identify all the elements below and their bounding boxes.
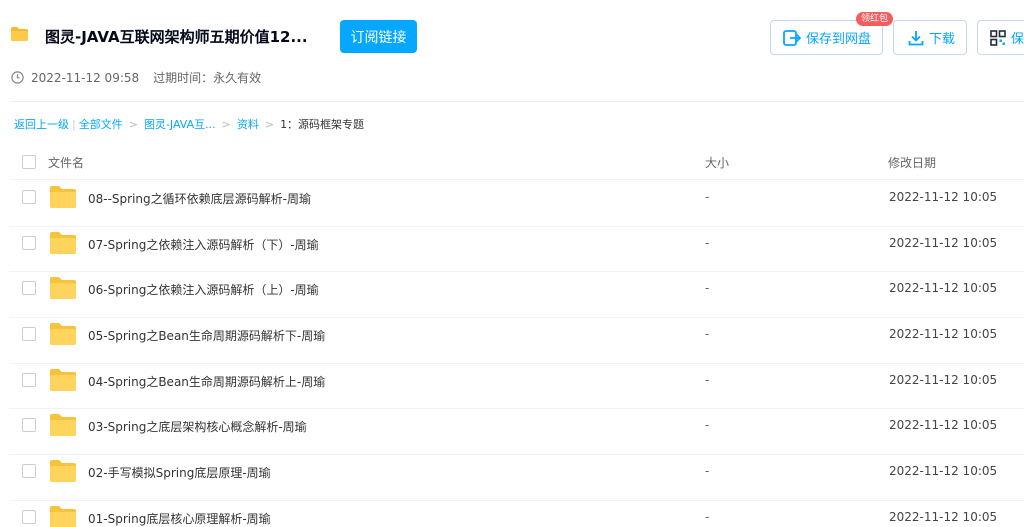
page-title: 图灵-JAVA互联网架构师五期价值12...	[45, 28, 308, 46]
file-size: -	[705, 281, 710, 296]
share-meta: 2022-11-12 09:58 过期时间：永久有效	[11, 69, 261, 86]
breadcrumb-separator: >	[128, 117, 138, 131]
file-size: -	[705, 235, 710, 250]
folder-icon	[49, 322, 77, 346]
file-date: 2022-11-12 10:05	[889, 281, 998, 296]
breadcrumb-bar: |	[72, 117, 76, 131]
file-name[interactable]: 02-手写模拟Spring底层原理-周瑜	[88, 464, 271, 481]
breadcrumb-current: 1：源码框架专题	[280, 118, 365, 131]
file-name[interactable]: 01-Spring底层核心原理解析-周瑜	[88, 510, 271, 527]
save-button-label: 保存到网盘	[806, 32, 872, 47]
table-row[interactable]: 07-Spring之依赖注入源码解析（下）-周瑜 - 2022-11-12 10:0…	[9, 227, 1024, 273]
file-name[interactable]: 06-Spring之依赖注入源码解析（上）-周瑜	[88, 281, 319, 298]
folder-icon	[49, 413, 77, 437]
download-button-label: 下载	[929, 32, 956, 47]
breadcrumb-separator: >	[264, 117, 275, 131]
subscribe-link-button[interactable]: 订阅链接	[340, 20, 417, 53]
file-size: -	[705, 509, 710, 524]
file-date: 2022-11-12 10:05	[889, 327, 998, 342]
breadcrumb: 返回上一级 | 全部文件 > 图灵-JAVA互... > 资料 > 1：源码框架…	[14, 116, 364, 132]
select-all-checkbox[interactable]	[22, 155, 36, 169]
file-list: 08--Spring之循环依赖底层源码解析-周瑜 - 2022-11-12 10:0…	[9, 181, 1024, 527]
row-checkbox[interactable]	[22, 464, 36, 479]
file-name[interactable]: 05-Spring之Bean生命周期源码解析下-周瑜	[88, 327, 325, 344]
file-date: 2022-11-12 10:05	[889, 509, 998, 524]
table-row[interactable]: 02-手写模拟Spring底层原理-周瑜 - 2022-11-12 10:05	[9, 455, 1024, 501]
file-date: 2022-11-12 10:05	[889, 372, 998, 387]
qr-code-icon	[990, 29, 1006, 46]
file-name[interactable]: 08--Spring之循环依赖底层源码解析-周瑜	[88, 190, 311, 207]
breadcrumb-level2[interactable]: 资料	[237, 116, 259, 132]
row-checkbox[interactable]	[22, 235, 36, 250]
file-date: 2022-11-12 10:05	[889, 190, 998, 204]
row-checkbox[interactable]	[22, 509, 36, 524]
share-header: 图灵-JAVA互联网架构师五期价值12... 订阅链接 2022-11-12 0…	[0, 0, 1024, 100]
save-to-disk-icon	[783, 29, 801, 46]
breadcrumb-level1[interactable]: 图灵-JAVA互...	[144, 116, 216, 132]
column-header-date[interactable]: 修改日期	[888, 154, 936, 171]
clock-icon	[11, 71, 24, 84]
file-name[interactable]: 04-Spring之Bean生命周期源码解析上-周瑜	[88, 373, 325, 390]
row-checkbox[interactable]	[22, 327, 36, 342]
download-button[interactable]: 下载	[893, 20, 967, 55]
column-header-size[interactable]: 大小	[705, 154, 729, 171]
folder-icon	[49, 505, 77, 527]
folder-icon	[49, 459, 77, 483]
share-time: 2022-11-12 09:58	[31, 70, 140, 85]
file-size: -	[705, 190, 710, 204]
file-date: 2022-11-12 10:05	[889, 418, 998, 433]
row-checkbox[interactable]	[22, 190, 36, 204]
file-name[interactable]: 07-Spring之依赖注入源码解析（下）-周瑜	[88, 236, 319, 253]
table-row[interactable]: 04-Spring之Bean生命周期源码解析上-周瑜 - 2022-11-12 10…	[9, 364, 1024, 410]
save-qr-button[interactable]: 保	[977, 20, 1024, 55]
folder-icon	[49, 185, 77, 209]
row-checkbox[interactable]	[22, 372, 36, 387]
breadcrumb-back[interactable]: 返回上一级	[14, 116, 69, 132]
file-size: -	[705, 372, 710, 387]
table-header: 文件名 大小 修改日期	[9, 143, 1024, 180]
row-checkbox[interactable]	[22, 281, 36, 296]
folder-icon	[49, 368, 77, 392]
table-row[interactable]: 08--Spring之循环依赖底层源码解析-周瑜 - 2022-11-12 10:0…	[9, 181, 1024, 227]
file-size: -	[705, 464, 710, 479]
file-date: 2022-11-12 10:05	[889, 235, 998, 250]
folder-icon	[49, 231, 77, 255]
file-size: -	[705, 418, 710, 433]
folder-icon	[49, 276, 77, 300]
table-row[interactable]: 06-Spring之依赖注入源码解析（上）-周瑜 - 2022-11-12 10:0…	[9, 272, 1024, 319]
save-qr-button-label: 保	[1011, 32, 1024, 47]
folder-icon	[11, 27, 28, 41]
row-checkbox[interactable]	[22, 418, 36, 433]
column-header-name[interactable]: 文件名	[48, 154, 84, 171]
file-name[interactable]: 03-Spring之底层架构核心概念解析-周瑜	[88, 418, 307, 435]
expiry-text: 过期时间：永久有效	[153, 71, 262, 85]
file-date: 2022-11-12 10:05	[889, 464, 998, 479]
breadcrumb-all-files[interactable]: 全部文件	[79, 116, 123, 132]
red-packet-badge[interactable]: 领红包	[856, 12, 894, 26]
file-size: -	[705, 327, 710, 342]
table-row[interactable]: 03-Spring之底层架构核心概念解析-周瑜 - 2022-11-12 10:05	[9, 409, 1024, 456]
table-row[interactable]: 01-Spring底层核心原理解析-周瑜 - 2022-11-12 10:05	[9, 501, 1024, 527]
breadcrumb-separator: >	[221, 117, 231, 131]
download-icon	[908, 30, 924, 45]
header-divider	[9, 101, 1024, 102]
table-row[interactable]: 05-Spring之Bean生命周期源码解析下-周瑜 - 2022-11-12 10…	[9, 318, 1024, 364]
